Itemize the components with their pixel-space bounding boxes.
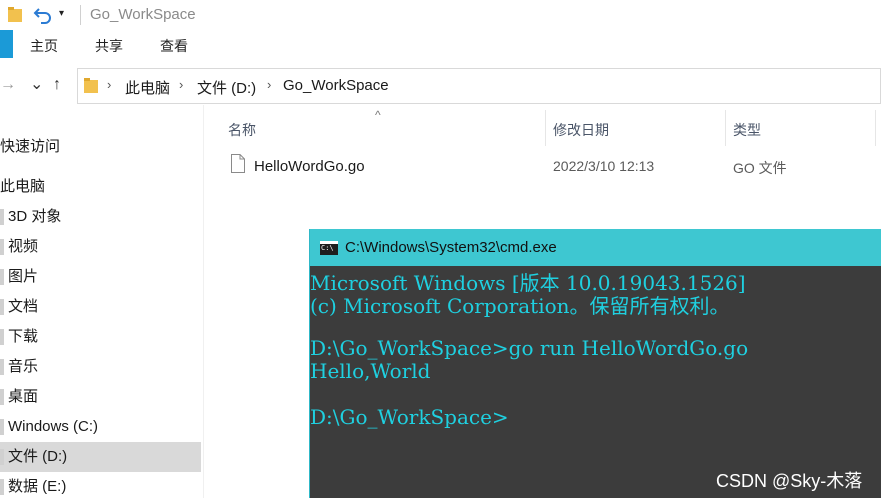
- recent-locations-button[interactable]: ⌄: [30, 74, 43, 94]
- forward-button[interactable]: →: [0, 76, 16, 94]
- breadcrumb-chevron[interactable]: ›: [107, 77, 111, 92]
- column-divider[interactable]: [545, 110, 546, 146]
- nav-item-3d-objects[interactable]: 3D 对象: [0, 202, 201, 232]
- console-prompt[interactable]: D:\Go_WorkSpace>: [310, 405, 509, 429]
- nav-item-this-pc[interactable]: 此电脑: [0, 172, 201, 202]
- folder-icon: [84, 78, 98, 93]
- nav-item-music[interactable]: 音乐: [0, 352, 201, 382]
- desktop-icon: [0, 389, 4, 405]
- documents-icon: [0, 299, 4, 315]
- downloads-icon: [0, 329, 4, 345]
- nav-item-downloads[interactable]: 下载: [0, 322, 201, 352]
- nav-item-desktop[interactable]: 桌面: [0, 382, 201, 412]
- column-divider[interactable]: [725, 110, 726, 146]
- nav-item-label: 音乐: [8, 358, 39, 375]
- tab-file[interactable]: [0, 30, 13, 58]
- nav-item-documents[interactable]: 文档: [0, 292, 201, 322]
- up-button[interactable]: ↑: [53, 76, 61, 94]
- watermark: CSDN @Sky-木落: [716, 471, 863, 491]
- window-title: Go_WorkSpace: [90, 6, 196, 23]
- pictures-icon: [0, 269, 4, 285]
- 3d-objects-icon: [0, 209, 4, 225]
- file-modified: 2022/3/10 12:13: [553, 158, 655, 174]
- file-icon: [231, 154, 245, 173]
- nav-item-label: 图片: [8, 268, 39, 285]
- console-line: Hello,World: [310, 359, 431, 383]
- console-line: D:\Go_WorkSpace>go run HelloWordGo.go: [310, 336, 749, 360]
- cmd-title-bar[interactable]: C:\Windows\System32\cmd.exe: [310, 229, 881, 266]
- title-separator: [80, 5, 81, 25]
- console-line: (c) Microsoft Corporation。保留所有权利。: [310, 294, 730, 318]
- nav-item-label: 桌面: [8, 388, 39, 405]
- drive-icon: [0, 449, 4, 465]
- nav-item-label: 文档: [8, 298, 39, 315]
- breadcrumb-go-workspace[interactable]: Go_WorkSpace: [283, 77, 389, 94]
- column-header-modified[interactable]: 修改日期: [553, 120, 609, 140]
- nav-item-drive-c[interactable]: Windows (C:): [0, 412, 201, 442]
- navigation-pane: 快速访问 此电脑 3D 对象 视频 图片 文档 下载 音乐 桌面 Windows…: [0, 105, 204, 498]
- folder-icon[interactable]: [8, 7, 22, 23]
- column-header-name[interactable]: 名称: [228, 120, 256, 140]
- cmd-title: C:\Windows\System32\cmd.exe: [345, 239, 557, 256]
- videos-icon: [0, 239, 4, 255]
- nav-item-label: 文件 (D:): [8, 448, 68, 465]
- breadcrumb-chevron[interactable]: ›: [267, 77, 271, 92]
- nav-item-drive-e[interactable]: 数据 (E:): [0, 472, 201, 498]
- nav-item-drive-d[interactable]: 文件 (D:): [0, 442, 201, 472]
- nav-item-label: 数据 (E:): [8, 478, 67, 495]
- nav-item-label: 下载: [8, 328, 39, 345]
- breadcrumb-this-pc[interactable]: 此电脑: [125, 77, 170, 98]
- ribbon-tabs: 主页 共享 查看: [0, 30, 881, 60]
- breadcrumb-drive-d[interactable]: 文件 (D:): [197, 77, 256, 98]
- nav-item-quick-access[interactable]: 快速访问: [0, 132, 201, 162]
- nav-item-label: 视频: [8, 238, 39, 255]
- tab-home[interactable]: 主页: [30, 36, 58, 56]
- music-icon: [0, 359, 4, 375]
- breadcrumb-chevron[interactable]: ›: [179, 77, 183, 92]
- nav-item-videos[interactable]: 视频: [0, 232, 201, 262]
- tab-share[interactable]: 共享: [95, 36, 123, 56]
- customize-quick-access-dropdown[interactable]: ▾: [59, 8, 64, 19]
- undo-icon[interactable]: [33, 5, 53, 25]
- title-bar: ▾ Go_WorkSpace: [0, 0, 881, 30]
- nav-item-label: Windows (C:): [8, 418, 99, 435]
- cmd-window[interactable]: C:\Windows\System32\cmd.exe Microsoft Wi…: [309, 229, 881, 498]
- tab-view[interactable]: 查看: [160, 36, 188, 56]
- column-header-type[interactable]: 类型: [733, 120, 761, 140]
- file-type: GO 文件: [733, 160, 787, 176]
- nav-item-label: 快速访问: [0, 138, 61, 155]
- address-row: → ⌄ ↑ › 此电脑 › 文件 (D:) › Go_WorkSpace: [0, 68, 881, 105]
- nav-item-label: 3D 对象: [8, 208, 62, 225]
- column-divider[interactable]: [875, 110, 876, 146]
- drive-icon: [0, 419, 4, 435]
- nav-item-label: 此电脑: [0, 178, 46, 195]
- address-bar[interactable]: › 此电脑 › 文件 (D:) › Go_WorkSpace: [77, 68, 881, 104]
- cmd-icon: [320, 241, 338, 255]
- file-name: HelloWordGo.go: [254, 158, 365, 175]
- nav-item-pictures[interactable]: 图片: [0, 262, 201, 292]
- sort-ascending-icon: ^: [375, 108, 381, 122]
- drive-icon: [0, 479, 4, 495]
